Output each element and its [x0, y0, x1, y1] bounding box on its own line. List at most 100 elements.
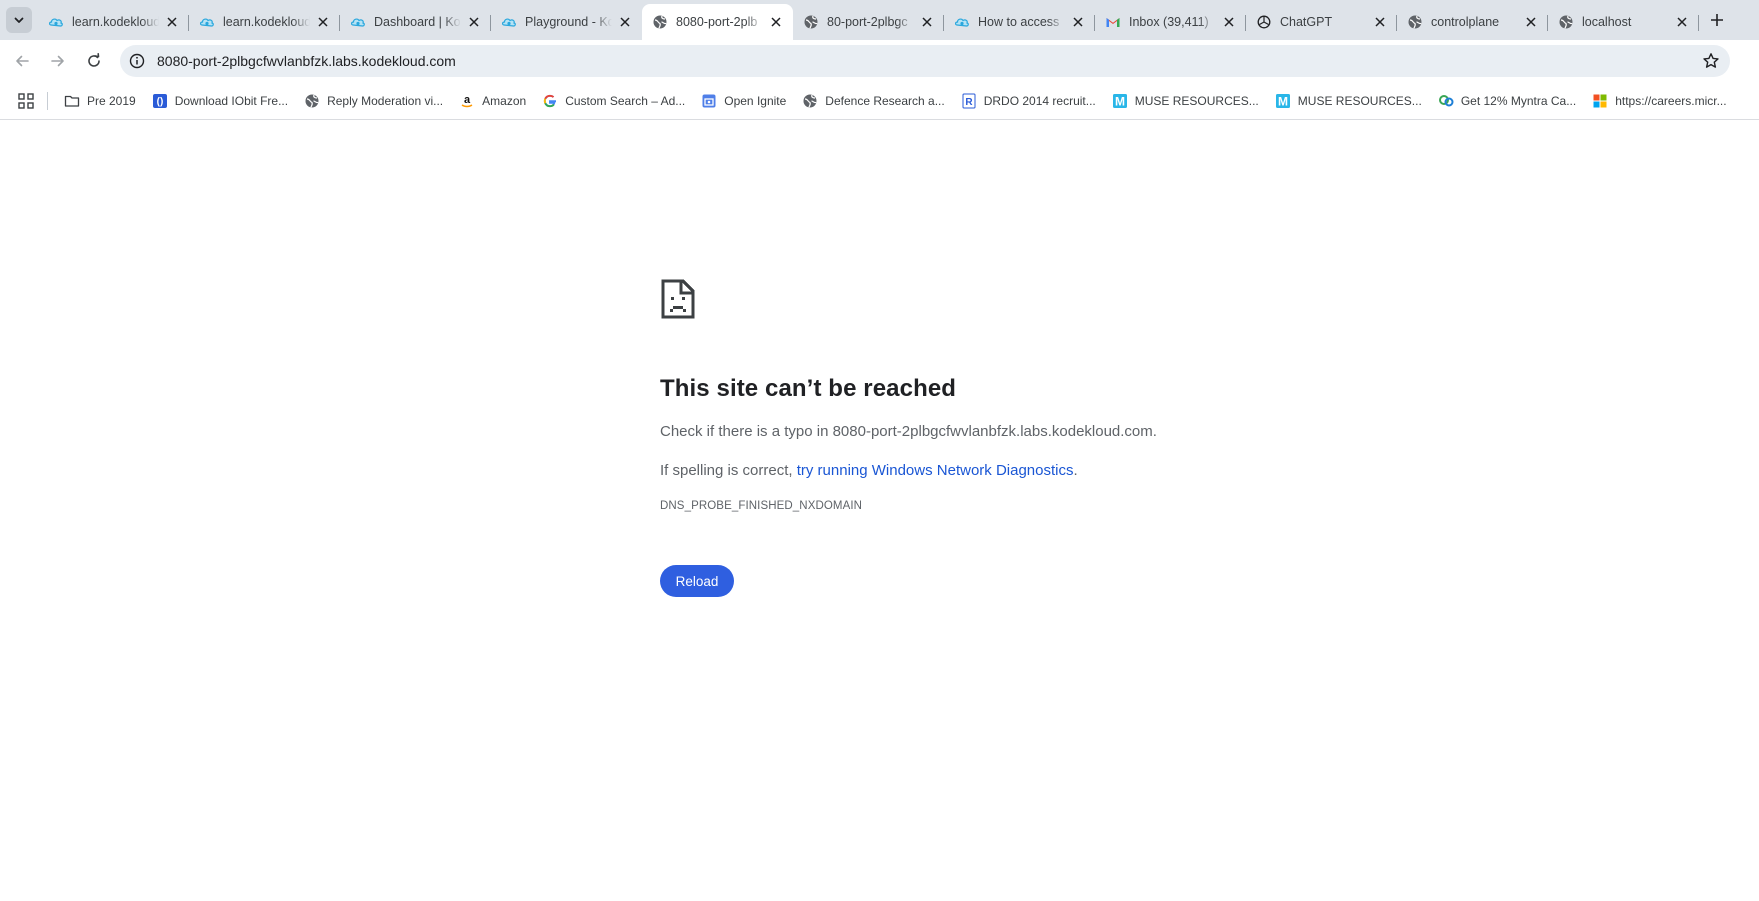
forward-button[interactable]	[44, 47, 72, 75]
typo-host: 8080-port-2plbgcfwvlanbfzk.labs.kodeklou…	[832, 423, 1153, 440]
close-tab-icon[interactable]	[1673, 13, 1691, 31]
close-tab-icon[interactable]	[1220, 13, 1238, 31]
back-arrow-icon	[16, 55, 29, 67]
tab[interactable]: How to access	[944, 6, 1095, 38]
bookmark-label: Amazon	[482, 94, 527, 108]
apps-grid-icon	[18, 93, 34, 109]
sad-document-icon	[661, 279, 695, 319]
close-tab-icon[interactable]	[314, 13, 332, 31]
apps-button[interactable]	[16, 91, 36, 111]
star-icon	[1703, 53, 1719, 68]
close-tab-icon[interactable]	[616, 13, 634, 31]
error-page: This site can’t be reached Check if ther…	[660, 278, 1260, 597]
tab-title: 8080-port-2plb	[676, 15, 758, 29]
close-tab-icon[interactable]	[163, 13, 181, 31]
ignite-icon	[701, 93, 717, 109]
bookmark-item[interactable]: a Amazon	[459, 90, 526, 112]
error-code: DNS_PROBE_FINISHED_NXDOMAIN	[660, 500, 863, 512]
tab[interactable]: learn.kodekloud	[189, 6, 340, 38]
bookmark-item[interactable]: () Download IObit Fre...	[152, 90, 288, 112]
kodekloud-icon	[501, 14, 517, 30]
url-text[interactable]: 8080-port-2plbgcfwvlanbfzk.labs.kodeklou…	[157, 53, 456, 69]
folder-icon	[64, 93, 80, 109]
amazon-icon: a	[459, 93, 475, 109]
chatgpt-icon	[1256, 14, 1272, 30]
tab[interactable]: controlplane	[1397, 6, 1548, 38]
tab-title: ChatGPT	[1280, 15, 1333, 29]
tab[interactable]: learn.kodekloud	[38, 6, 189, 38]
close-tab-icon[interactable]	[1522, 13, 1540, 31]
tab-title: controlplane	[1431, 15, 1500, 29]
globe-icon	[304, 93, 320, 109]
tab-title: Inbox (39,411)	[1129, 15, 1209, 29]
close-tab-icon[interactable]	[1069, 13, 1087, 31]
bookmark-label: Download IObit Fre...	[174, 94, 289, 108]
close-tab-icon[interactable]	[465, 13, 483, 31]
tab[interactable]: Playground - Ko	[491, 6, 642, 38]
tab[interactable]: ChatGPT	[1246, 6, 1397, 38]
bookmarks-bar: Pre 2019 () Download IObit Fre... Reply Mod…	[0, 82, 1759, 120]
tab-strip: learn.kodekloud learn.kodekloud Dashboard …	[0, 0, 1759, 40]
typo-message: Check if there is a typo in 8080-port-2p…	[660, 422, 1260, 442]
refresh-icon	[88, 53, 100, 67]
bookmark-item[interactable]: Get 12% Myntra Ca...	[1438, 90, 1576, 112]
tab[interactable]: Inbox (39,411)	[1095, 6, 1246, 38]
tab-title: Playground - Ko	[525, 15, 612, 29]
bookmark-item[interactable]: M MUSE RESOURCES...	[1112, 90, 1259, 112]
bookmark-item[interactable]: Reply Moderation vi...	[304, 90, 443, 112]
bookmark-item[interactable]: Pre 2019	[64, 90, 136, 112]
address-bar[interactable]: 8080-port-2plbgcfwvlanbfzk.labs.kodeklou…	[120, 45, 1730, 77]
tab[interactable]: localhost	[1548, 6, 1699, 38]
globe-icon	[1407, 14, 1423, 30]
toolbar: 8080-port-2plbgcfwvlanbfzk.labs.kodeklou…	[0, 40, 1759, 82]
tab[interactable]: Dashboard | Ko	[340, 6, 491, 38]
back-button[interactable]	[8, 47, 36, 75]
typo-suffix: .	[1152, 423, 1157, 440]
iobit-icon: ()	[152, 93, 168, 109]
network-diagnostics-link[interactable]: try running Windows Network Diagnostics	[797, 462, 1074, 479]
bookmark-label: Open Ignite	[724, 94, 787, 108]
bookmark-label: Get 12% Myntra Ca...	[1460, 94, 1577, 108]
gmail-icon	[1105, 14, 1121, 30]
bookmark-item[interactable]: Open Ignite	[701, 90, 786, 112]
bookmark-item[interactable]: https://careers.micr...	[1592, 90, 1727, 112]
bookmark-label: Defence Research a...	[825, 94, 945, 108]
svg-text:M: M	[1115, 95, 1125, 109]
info-icon	[129, 53, 145, 69]
globe-icon	[803, 14, 819, 30]
tab-title: learn.kodekloud	[72, 15, 159, 29]
bookmark-item[interactable]: Defence Research a...	[802, 90, 945, 112]
bookmark-item[interactable]: Custom Search – Ad...	[542, 90, 685, 112]
svg-text:R: R	[965, 97, 973, 108]
chevron-down-icon	[14, 17, 24, 23]
google-icon	[542, 93, 558, 109]
close-tab-icon[interactable]	[767, 13, 785, 31]
site-info-button[interactable]	[126, 50, 148, 72]
bookmark-item[interactable]: M MUSE RESOURCES...	[1275, 90, 1422, 112]
forward-arrow-icon	[51, 55, 64, 67]
globe-icon	[802, 93, 818, 109]
tab[interactable]: 80-port-2plbgc	[793, 6, 944, 38]
typo-prefix: Check if there is a typo in	[660, 423, 833, 440]
muse-icon: M	[1112, 93, 1128, 109]
bookmarks-separator	[47, 92, 48, 110]
tab[interactable]: 8080-port-2plb	[642, 4, 793, 40]
new-tab-button[interactable]	[1705, 8, 1729, 32]
reload-page-button[interactable]	[80, 47, 108, 75]
close-tab-icon[interactable]	[1371, 13, 1389, 31]
bookmark-star-button[interactable]	[1700, 50, 1722, 72]
bookmark-list: Pre 2019 () Download IObit Fre... Reply Mod…	[64, 90, 1743, 112]
plus-icon	[1711, 14, 1723, 26]
bookmark-label: DRDO 2014 recruit...	[983, 94, 1096, 108]
kodekloud-icon	[48, 14, 64, 30]
bookmark-item[interactable]: R DRDO 2014 recruit...	[961, 90, 1096, 112]
svg-text:(): ()	[156, 97, 163, 108]
tab-search-button[interactable]	[6, 7, 32, 33]
close-tab-icon[interactable]	[918, 13, 936, 31]
bookmark-label: MUSE RESOURCES...	[1134, 94, 1259, 108]
svg-text:a: a	[464, 94, 471, 106]
reload-button[interactable]: Reload	[660, 565, 734, 597]
bookmark-label: Custom Search – Ad...	[565, 94, 686, 108]
drdo-icon: R	[961, 93, 977, 109]
spelling-prefix: If spelling is correct,	[660, 462, 797, 479]
